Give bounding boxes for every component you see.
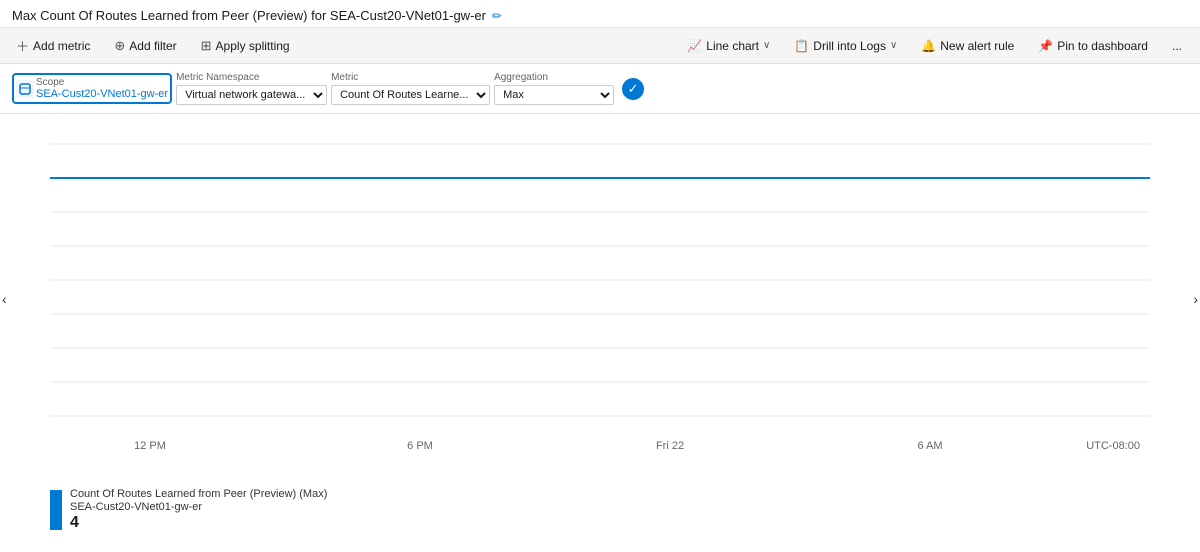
metric-confirm-button[interactable]: ✓ <box>622 78 644 100</box>
svg-text:6 AM: 6 AM <box>917 440 942 452</box>
namespace-select[interactable]: Virtual network gatewa... <box>176 85 327 105</box>
toolbar-right: 📈 Line chart ∨ 📋 Drill into Logs ∨ 🔔 New… <box>681 37 1188 55</box>
legend-text: Count Of Routes Learned from Peer (Previ… <box>70 488 327 532</box>
add-filter-label: Add filter <box>129 39 176 53</box>
add-filter-button[interactable]: ⊕ Add filter <box>110 36 180 56</box>
ellipsis-icon: ... <box>1172 39 1182 53</box>
apply-splitting-label: Apply splitting <box>216 39 290 53</box>
metric-row: Scope SEA-Cust20-VNet01-gw-er Metric Nam… <box>0 64 1200 114</box>
plus-icon: ＋ <box>16 36 29 55</box>
pin-icon: 📌 <box>1038 39 1053 53</box>
page-header: Max Count Of Routes Learned from Peer (P… <box>0 0 1200 28</box>
pin-to-dashboard-button[interactable]: 📌 Pin to dashboard <box>1032 37 1154 55</box>
legend-color-bar <box>50 490 62 530</box>
filter-icon: ⊕ <box>114 38 125 54</box>
line-chart-chevron: ∨ <box>763 40 770 51</box>
metric-field: Metric Count Of Routes Learne... <box>331 72 490 105</box>
split-icon: ⊞ <box>201 38 212 54</box>
svg-text:6 PM: 6 PM <box>407 440 433 452</box>
chart-svg: 4.50 4 3.50 3 2.50 2 1.50 1 0.50 0 12 PM… <box>50 114 1150 454</box>
line-chart-icon: 📈 <box>687 39 702 53</box>
line-chart-label: Line chart <box>706 39 759 53</box>
drill-logs-chevron: ∨ <box>890 40 897 51</box>
new-alert-rule-label: New alert rule <box>940 39 1014 53</box>
legend-title: Count Of Routes Learned from Peer (Previ… <box>70 488 327 500</box>
svg-text:Fri 22: Fri 22 <box>656 440 684 452</box>
page-title: Max Count Of Routes Learned from Peer (P… <box>12 8 486 23</box>
toolbar: ＋ Add metric ⊕ Add filter ⊞ Apply splitt… <box>0 28 1200 64</box>
aggregation-select[interactable]: Max <box>494 85 614 105</box>
scope-value[interactable]: SEA-Cust20-VNet01-gw-er <box>36 88 168 100</box>
line-chart-button[interactable]: 📈 Line chart ∨ <box>681 37 776 55</box>
add-metric-button[interactable]: ＋ Add metric <box>12 34 94 57</box>
chart-nav-right[interactable]: › <box>1193 291 1198 307</box>
namespace-label: Metric Namespace <box>176 72 327 83</box>
alert-icon: 🔔 <box>921 39 936 53</box>
chart-legend: Count Of Routes Learned from Peer (Previ… <box>0 484 1200 532</box>
new-alert-rule-button[interactable]: 🔔 New alert rule <box>915 37 1020 55</box>
scope-label: Scope <box>36 77 168 88</box>
apply-splitting-button[interactable]: ⊞ Apply splitting <box>197 36 294 56</box>
metric-select[interactable]: Count Of Routes Learne... <box>331 85 490 105</box>
drill-logs-icon: 📋 <box>794 39 809 53</box>
drill-into-logs-label: Drill into Logs <box>813 39 886 53</box>
toolbar-left: ＋ Add metric ⊕ Add filter ⊞ Apply splitt… <box>12 34 294 57</box>
aggregation-field: Aggregation Max <box>494 72 614 105</box>
svg-text:12 PM: 12 PM <box>134 440 166 452</box>
svg-text:UTC-08:00: UTC-08:00 <box>1086 440 1140 452</box>
aggregation-label: Aggregation <box>494 72 614 83</box>
scope-icon <box>16 80 34 98</box>
more-options-button[interactable]: ... <box>1166 37 1188 55</box>
chart-nav-left[interactable]: ‹ <box>2 291 7 307</box>
chart-container: ‹ › 4.50 4 3.50 3 2.50 2 1.50 1 0.50 0 1… <box>0 114 1200 484</box>
scope-group: Scope SEA-Cust20-VNet01-gw-er <box>36 77 168 100</box>
legend-value: 4 <box>70 514 327 532</box>
add-metric-label: Add metric <box>33 39 90 53</box>
pin-to-dashboard-label: Pin to dashboard <box>1057 39 1148 53</box>
metric-label: Metric <box>331 72 490 83</box>
edit-icon[interactable]: ✏ <box>492 9 502 23</box>
namespace-field: Metric Namespace Virtual network gatewa.… <box>176 72 327 105</box>
drill-into-logs-button[interactable]: 📋 Drill into Logs ∨ <box>788 37 903 55</box>
legend-subtitle: SEA-Cust20-VNet01-gw-er <box>70 501 327 513</box>
checkmark-icon: ✓ <box>628 81 639 97</box>
scope-wrapper: Scope SEA-Cust20-VNet01-gw-er <box>12 73 172 104</box>
